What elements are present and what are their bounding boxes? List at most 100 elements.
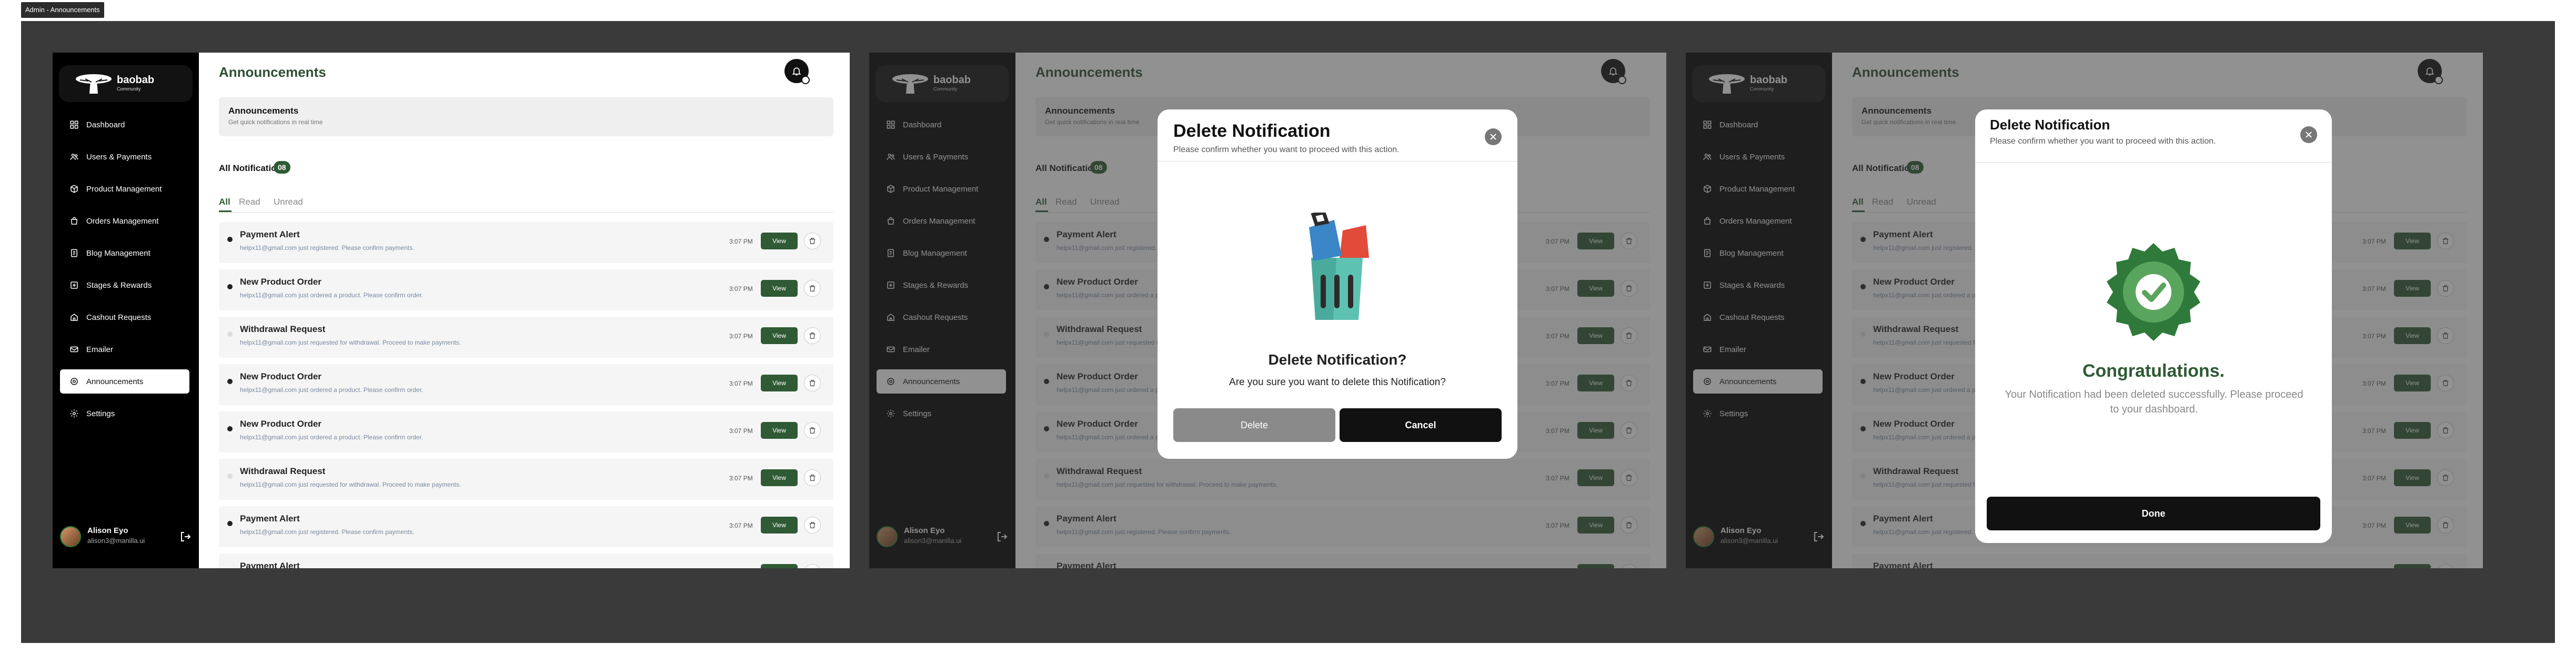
active-tab-indicator — [219, 210, 232, 212]
brand-name: baobab — [117, 74, 155, 86]
delete-success-modal: Delete Notification Please confirm wheth… — [1975, 109, 2332, 543]
sidebar-item-product-management[interactable]: Product Management — [60, 177, 189, 201]
notification-description: helpx11@gmail.com just ordered a product… — [240, 434, 424, 441]
notification-time: 3:07 PM — [729, 522, 753, 529]
delete-notification-button[interactable] — [804, 469, 821, 486]
logout-icon[interactable] — [179, 530, 192, 543]
cancel-button[interactable]: Cancel — [1340, 408, 1502, 442]
sidebar-item-label: Dashboard — [86, 120, 125, 129]
notification-row[interactable]: Payment Alerthelpx11@gmail.com just regi… — [219, 506, 833, 547]
delete-notification-button[interactable] — [804, 564, 821, 568]
trash-icon — [809, 522, 816, 528]
modal-close-button[interactable] — [1485, 128, 1502, 145]
sidebar-item-settings[interactable]: Settings — [60, 401, 189, 426]
sidebar-item-orders-management[interactable]: Orders Management — [60, 209, 189, 233]
success-badge-icon — [2107, 243, 2200, 341]
sidebar-item-label: Announcements — [86, 377, 144, 386]
notification-title: Payment Alert — [240, 229, 300, 239]
view-button[interactable]: View — [761, 517, 798, 534]
megaphone-icon — [69, 377, 79, 386]
modal-subtitle: Please confirm whether you want to proce… — [1173, 145, 1400, 154]
notification-row[interactable]: New Product Order helpx11@gmail.com just … — [219, 364, 833, 405]
delete-notification-button[interactable] — [804, 422, 821, 439]
notification-description: helpx11@gmail.com just requested for wit… — [240, 481, 461, 488]
view-button[interactable]: View — [761, 422, 798, 439]
sidebar: baobab Community Dashboard Users & Paymen… — [53, 53, 199, 568]
sidebar-item-label: Stages & Rewards — [86, 280, 152, 290]
notification-title: Withdrawal Request — [240, 466, 326, 476]
view-button[interactable]: View — [761, 233, 798, 249]
sidebar-item-users-payments[interactable]: Users & Payments — [60, 145, 189, 169]
page-title: Announcements — [219, 64, 326, 80]
success-message: Your Notification had been deleted succe… — [2005, 389, 2303, 415]
user-card[interactable]: Alison Eyo alison3@manilla.ui — [60, 524, 192, 551]
notification-time: 3:07 PM — [729, 238, 753, 245]
delete-heading: Delete Notification? — [1268, 351, 1407, 368]
sidebar-item-emailer[interactable]: Emailer — [60, 337, 189, 361]
notification-description: helpx11@gmail.com just ordered a product… — [240, 291, 424, 299]
trash-icon — [809, 333, 816, 339]
notification-title: New Product Order — [240, 419, 321, 429]
user-email: alison3@manilla.ui — [87, 537, 145, 545]
notification-row[interactable]: Withdrawal Request helpx11@gmail.com just… — [219, 317, 833, 358]
delete-notification-button[interactable] — [804, 233, 821, 249]
notification-time: 3:07 PM — [729, 475, 753, 482]
success-heading: Congratulations. — [2082, 361, 2225, 381]
notification-row[interactable]: New Product Order helpx11@gmail.com just … — [219, 269, 833, 310]
status-dot — [227, 379, 233, 384]
view-button[interactable]: View — [761, 375, 798, 391]
delete-notification-button[interactable] — [804, 375, 821, 391]
delete-notification-button[interactable] — [804, 280, 821, 297]
status-dot — [227, 426, 233, 431]
notification-row[interactable]: New Product Order helpx11@gmail.com just … — [219, 411, 833, 452]
tab-read[interactable]: Read — [239, 197, 260, 207]
sidebar-item-label: Cashout Requests — [86, 313, 152, 322]
sidebar-item-blog-management[interactable]: Blog Management — [60, 241, 189, 265]
trash-icon — [809, 238, 816, 244]
view-button[interactable]: View — [761, 327, 798, 344]
view-button[interactable]: View — [761, 280, 798, 297]
status-dot — [227, 521, 233, 526]
notification-description: helpx11@gmail.com just requested for wit… — [240, 339, 461, 346]
status-dot — [227, 331, 233, 337]
notification-description: helpx11@gmail.com just ordered a product… — [240, 386, 424, 394]
delete-notification-button[interactable] — [804, 327, 821, 344]
brand-logo[interactable]: baobab Community — [59, 65, 193, 102]
sidebar-item-stages-rewards[interactable]: Stages & Rewards — [60, 273, 189, 297]
sidebar-item-cashout-requests[interactable]: Cashout Requests — [60, 305, 189, 329]
users-icon — [69, 152, 79, 162]
modal-subtitle: Please confirm whether you want to proce… — [1990, 137, 2216, 146]
baobab-tree-icon — [76, 74, 112, 94]
main-content: Announcements Announcements Get quick no… — [199, 53, 850, 568]
tab-unread[interactable]: Unread — [274, 197, 303, 207]
announcements-card-title: Announcements — [228, 106, 299, 116]
notification-time: 3:07 PM — [729, 285, 753, 293]
done-button[interactable]: Done — [1987, 497, 2320, 530]
delete-button[interactable]: Delete — [1173, 408, 1335, 442]
notification-time: 3:07 PM — [729, 333, 753, 340]
document-icon — [69, 248, 79, 258]
notification-title: New Product Order — [240, 277, 321, 287]
avatar[interactable] — [60, 526, 81, 547]
notification-row[interactable]: Payment Alerthelpx11@gmail.com just regi… — [219, 222, 833, 263]
notification-time: 3:07 PM — [729, 380, 753, 387]
sidebar-item-dashboard[interactable]: Dashboard — [60, 113, 189, 137]
notification-row[interactable]: Withdrawal Request helpx11@gmail.com just… — [219, 459, 833, 500]
trash-bin-illustration — [1309, 213, 1369, 320]
award-icon — [69, 280, 79, 290]
trash-icon — [809, 380, 816, 386]
notification-description: helpx11@gmail.com just registered. Pleas… — [240, 528, 415, 536]
trash-icon — [809, 285, 816, 291]
modal-close-button[interactable] — [2300, 126, 2317, 143]
notification-row[interactable]: Payment Alerthelpx11@gmail.com just regi… — [219, 554, 833, 568]
wallet-icon — [69, 313, 79, 322]
grid-icon — [69, 120, 79, 129]
sidebar-item-label: Users & Payments — [86, 152, 152, 162]
delete-notification-button[interactable] — [804, 517, 821, 534]
user-name: Alison Eyo — [87, 526, 128, 535]
modal-title: Delete Notification — [1173, 121, 1331, 141]
tab-all[interactable]: All — [219, 197, 230, 207]
view-button[interactable]: View — [761, 469, 798, 486]
sidebar-item-announcements[interactable]: Announcements — [60, 369, 189, 394]
view-button[interactable]: View — [761, 564, 798, 568]
